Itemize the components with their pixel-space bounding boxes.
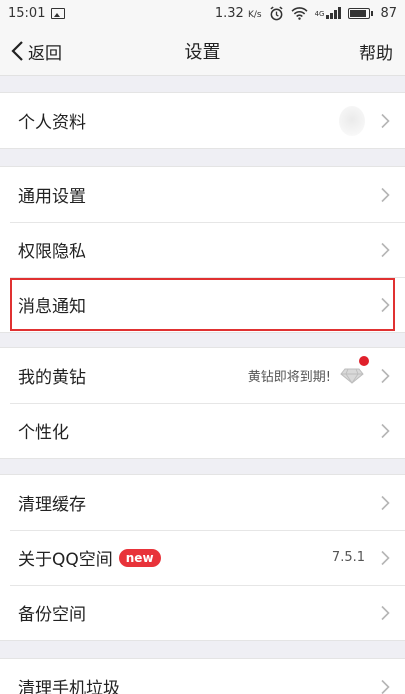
image-notification-icon <box>51 7 66 19</box>
settings-item-label: 个人资料 <box>18 113 86 133</box>
settings-group-profile: 个人资料 <box>0 92 405 149</box>
settings-item-clean-junk[interactable]: 清理手机垃圾 <box>0 659 405 694</box>
chevron-right-icon <box>381 423 390 438</box>
nav-bar: 返回 设置 帮助 <box>0 26 405 76</box>
settings-item-privacy[interactable]: 权限隐私 <box>0 222 405 277</box>
chevron-left-icon <box>11 41 23 61</box>
status-time: 15:01 <box>8 5 46 21</box>
help-button[interactable]: 帮助 <box>359 26 393 76</box>
chevron-right-icon <box>381 495 390 510</box>
settings-item-label: 清理缓存 <box>18 495 86 515</box>
settings-item-label: 关于QQ空间 <box>18 550 113 570</box>
chevron-right-icon <box>381 550 390 565</box>
wifi-icon <box>291 6 308 20</box>
settings-item-yellow-diamond[interactable]: 我的黄钻 黄钻即将到期! <box>0 348 405 403</box>
signal-icon <box>326 7 342 19</box>
settings-item-backup[interactable]: 备份空间 <box>0 585 405 640</box>
network-speed-value: 1.32 <box>214 5 244 21</box>
alarm-icon <box>269 6 283 20</box>
settings-item-label: 备份空间 <box>18 605 86 625</box>
new-badge: new <box>118 548 161 567</box>
settings-item-label: 个性化 <box>18 423 69 443</box>
settings-item-profile[interactable]: 个人资料 <box>0 93 405 148</box>
settings-group-membership: 我的黄钻 黄钻即将到期! 个性化 <box>0 347 405 459</box>
network-type: 4G <box>314 9 325 18</box>
notification-dot <box>359 355 369 366</box>
settings-item-general[interactable]: 通用设置 <box>0 167 405 222</box>
diamond-icon <box>339 355 369 386</box>
chevron-right-icon <box>381 368 390 383</box>
battery-icon <box>348 7 374 19</box>
settings-item-label: 通用设置 <box>18 187 86 207</box>
settings-item-notifications[interactable]: 消息通知 <box>0 277 405 332</box>
battery-level: 87 <box>380 5 397 21</box>
avatar <box>339 105 365 136</box>
settings-item-about[interactable]: 关于QQ空间 new 7.5.1 <box>0 530 405 585</box>
version-number: 7.5.1 <box>331 550 365 565</box>
chevron-right-icon <box>381 242 390 257</box>
settings-item-label: 权限隐私 <box>18 242 86 262</box>
chevron-right-icon <box>381 187 390 202</box>
settings-group-cleaner: 清理手机垃圾 <box>0 658 405 694</box>
chevron-right-icon <box>381 605 390 620</box>
back-button[interactable]: 返回 <box>10 26 62 76</box>
chevron-right-icon <box>381 679 390 694</box>
settings-item-clear-cache[interactable]: 清理缓存 <box>0 475 405 530</box>
settings-item-personalize[interactable]: 个性化 <box>0 403 405 458</box>
back-label: 返回 <box>28 43 62 64</box>
chevron-right-icon <box>381 297 390 312</box>
settings-item-label: 我的黄钻 <box>18 368 86 388</box>
settings-group-general: 通用设置 权限隐私 消息通知 <box>0 166 405 333</box>
expiry-hint: 黄钻即将到期! <box>247 370 331 385</box>
settings-group-storage: 清理缓存 关于QQ空间 new 7.5.1 备份空间 <box>0 474 405 641</box>
settings-item-label: 清理手机垃圾 <box>18 679 120 694</box>
status-bar: 15:01 1.32 K/s 4G 87 <box>0 0 405 26</box>
network-speed-unit: K/s <box>247 9 262 20</box>
network-speed: 1.32 K/s <box>215 6 262 21</box>
chevron-right-icon <box>381 113 390 128</box>
settings-item-label: 消息通知 <box>18 297 86 317</box>
